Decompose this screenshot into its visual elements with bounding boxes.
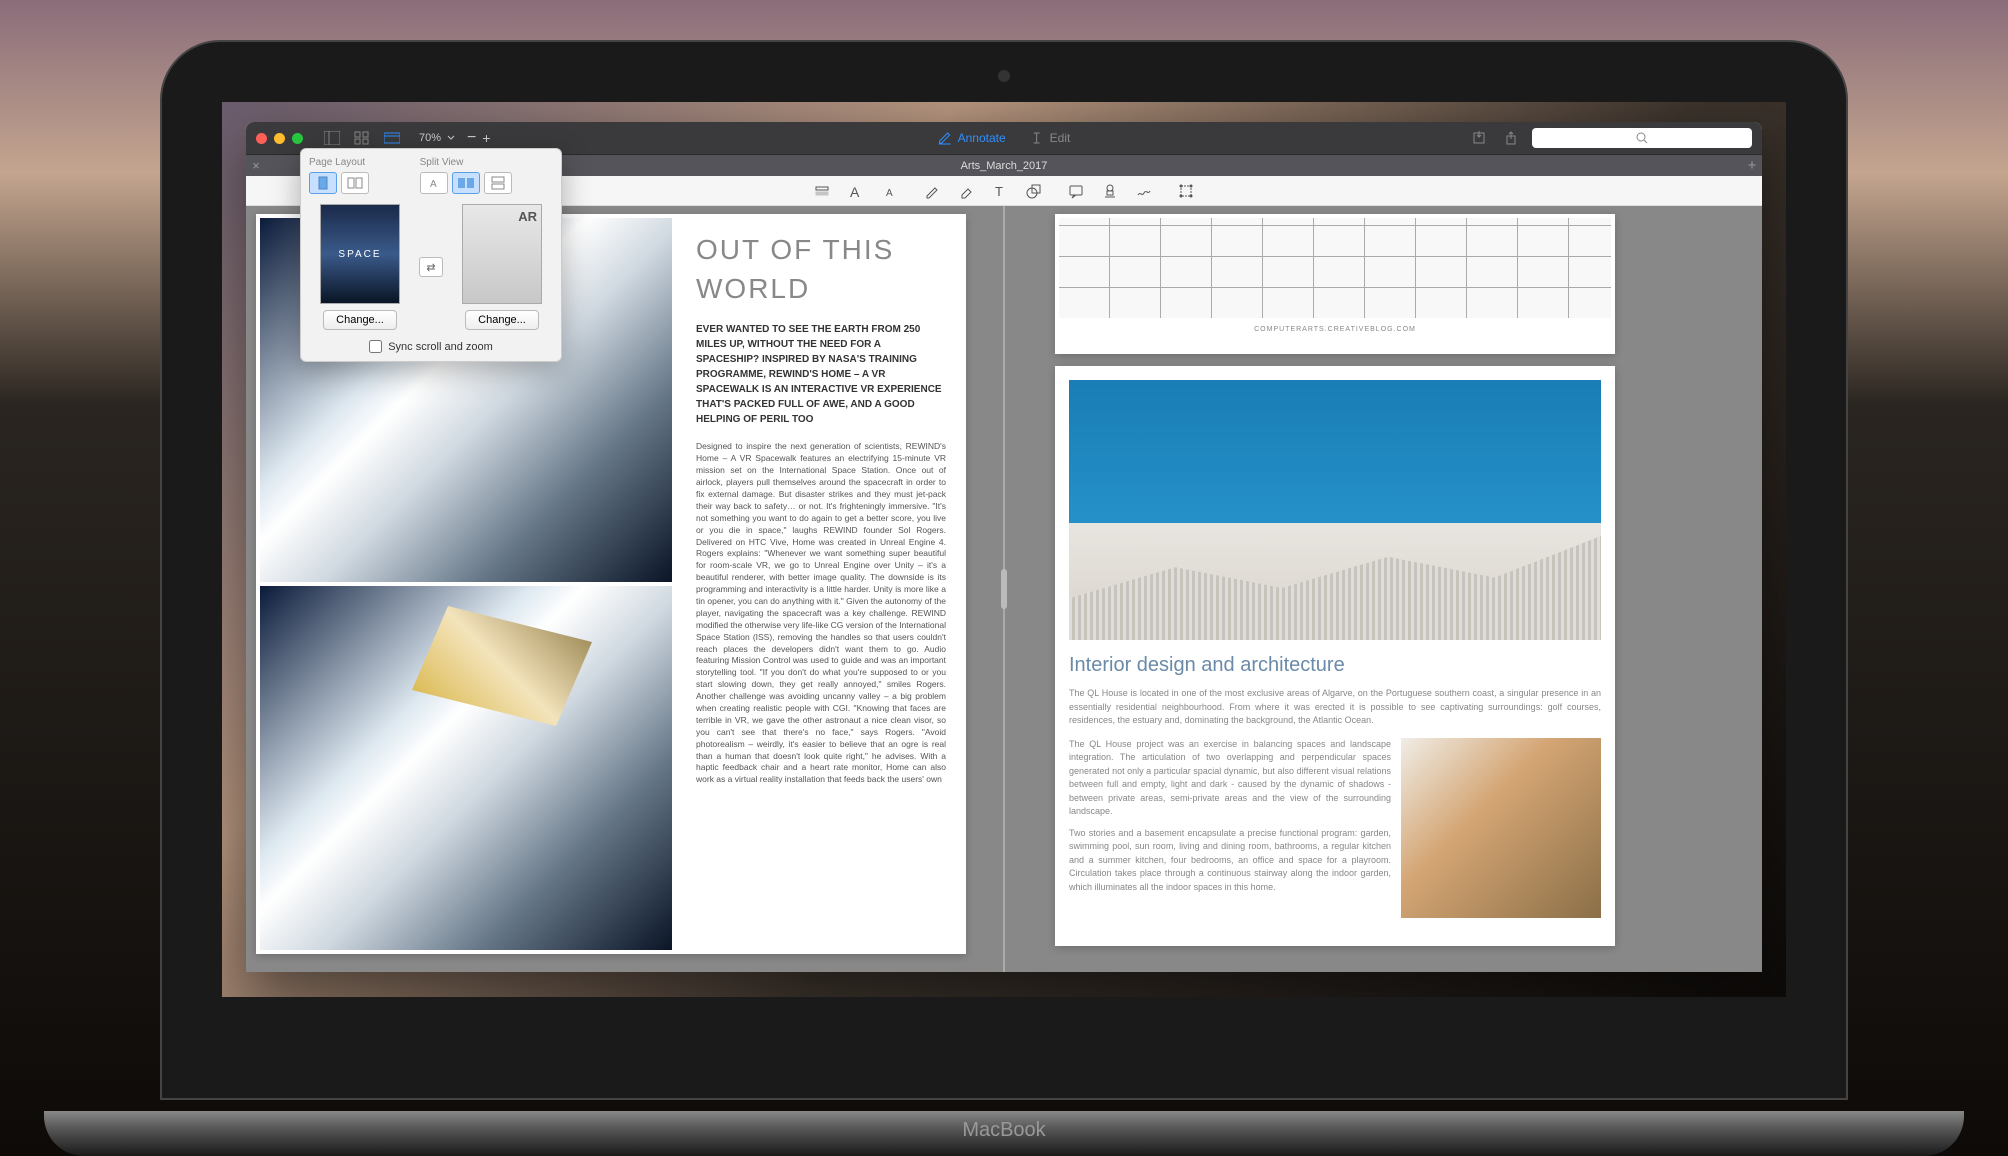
svg-text:A: A [430, 179, 437, 190]
laptop-camera [998, 70, 1010, 82]
select-tool-icon[interactable] [1177, 182, 1195, 200]
close-window-button[interactable] [256, 133, 267, 144]
blueprint-image [1059, 218, 1611, 318]
stairs-image [1401, 738, 1601, 918]
architecture-hero-image [1069, 380, 1601, 640]
page-layout-label: Page Layout [309, 157, 412, 168]
mode-switcher: Annotate Edit [938, 131, 1071, 145]
laptop-frame: 70% − + Annotate Edit [160, 40, 1848, 1100]
zoom-out-button[interactable]: − [467, 129, 476, 147]
annotate-label: Annotate [958, 131, 1006, 145]
shape-tool-icon[interactable] [1025, 182, 1043, 200]
article-title: OUT OF THIS WORLD [696, 230, 946, 308]
article-intro: EVER WANTED TO SEE THE EARTH FROM 250 MI… [696, 322, 946, 427]
annotate-mode-button[interactable]: Annotate [938, 131, 1006, 145]
edit-label: Edit [1050, 131, 1071, 145]
zoom-level[interactable]: 70% [419, 132, 441, 144]
pencil-underline-icon [938, 131, 952, 145]
split-view-label: Split View [420, 157, 553, 168]
footer-url: COMPUTERARTS.CREATIVEBLOG.COM [1059, 326, 1611, 333]
split-divider-handle[interactable] [1001, 569, 1007, 609]
laptop-base: MacBook [44, 1111, 1964, 1156]
view-mode-icon[interactable] [381, 130, 403, 146]
fullscreen-window-button[interactable] [292, 133, 303, 144]
earth-satellite-image [260, 586, 672, 950]
edit-mode-button[interactable]: Edit [1030, 131, 1071, 145]
right-pane-thumbnail[interactable]: AR [462, 204, 542, 304]
chevron-down-icon[interactable] [447, 135, 455, 141]
pen-tool-icon[interactable] [923, 182, 941, 200]
laptop-screen: 70% − + Annotate Edit [222, 102, 1786, 997]
svg-text:T: T [995, 184, 1003, 199]
traffic-lights [256, 133, 303, 144]
eraser-tool-icon[interactable] [957, 182, 975, 200]
zoom-in-button[interactable]: + [482, 130, 490, 146]
close-tab-button[interactable]: × [246, 158, 266, 173]
text-tool-icon[interactable]: T [991, 182, 1009, 200]
split-none-button[interactable]: A [420, 172, 448, 194]
change-left-button[interactable]: Change... [323, 310, 397, 330]
text-cursor-icon [1030, 131, 1044, 145]
share-icon[interactable] [1500, 130, 1522, 146]
document-page-right-top: COMPUTERARTS.CREATIVEBLOG.COM [1055, 214, 1615, 354]
change-right-button[interactable]: Change... [465, 310, 539, 330]
signature-tool-icon[interactable] [1135, 182, 1153, 200]
architecture-title: Interior design and architecture [1069, 654, 1601, 677]
article-body: Designed to inspire the next generation … [696, 441, 946, 786]
app-window: 70% − + Annotate Edit [246, 122, 1762, 972]
thumbnails-icon[interactable] [351, 130, 373, 146]
thumb-left-label: SPACE [338, 249, 381, 260]
highlight-tool-icon[interactable] [813, 182, 831, 200]
minimize-window-button[interactable] [274, 133, 285, 144]
swap-panes-button[interactable]: ⇄ [419, 257, 443, 277]
search-icon [1636, 132, 1648, 144]
sync-label: Sync scroll and zoom [388, 341, 493, 353]
font-small-icon[interactable]: A [881, 182, 899, 200]
search-input[interactable] [1532, 128, 1752, 148]
note-tool-icon[interactable] [1067, 182, 1085, 200]
thumb-right-label: AR [518, 209, 537, 224]
zoom-control: 70% − + [419, 129, 491, 147]
architecture-para-1: The QL House is located in one of the mo… [1069, 687, 1601, 728]
import-icon[interactable] [1468, 130, 1490, 146]
architecture-para-2: The QL House project was an exercise in … [1069, 738, 1391, 819]
svg-text:A: A [850, 184, 860, 199]
font-large-icon[interactable]: A [847, 182, 865, 200]
split-vertical-button[interactable] [484, 172, 512, 194]
split-pane-right[interactable]: COMPUTERARTS.CREATIVEBLOG.COM Interior d… [1005, 206, 1762, 972]
macbook-brand: MacBook [962, 1119, 1045, 1142]
sidebar-toggle-icon[interactable] [321, 130, 343, 146]
sync-checkbox[interactable] [369, 340, 382, 353]
left-pane-thumbnail[interactable]: SPACE [320, 204, 400, 304]
document-page-right-main: Interior design and architecture The QL … [1055, 366, 1615, 946]
add-tab-button[interactable]: + [1742, 157, 1762, 174]
architecture-para-3: Two stories and a basement encapsulate a… [1069, 827, 1391, 895]
layout-double-button[interactable] [341, 172, 369, 194]
split-horizontal-button[interactable] [452, 172, 480, 194]
view-mode-popover: Page Layout Split View A [300, 148, 562, 362]
layout-single-button[interactable] [309, 172, 337, 194]
svg-text:A: A [886, 188, 893, 199]
stamp-tool-icon[interactable] [1101, 182, 1119, 200]
